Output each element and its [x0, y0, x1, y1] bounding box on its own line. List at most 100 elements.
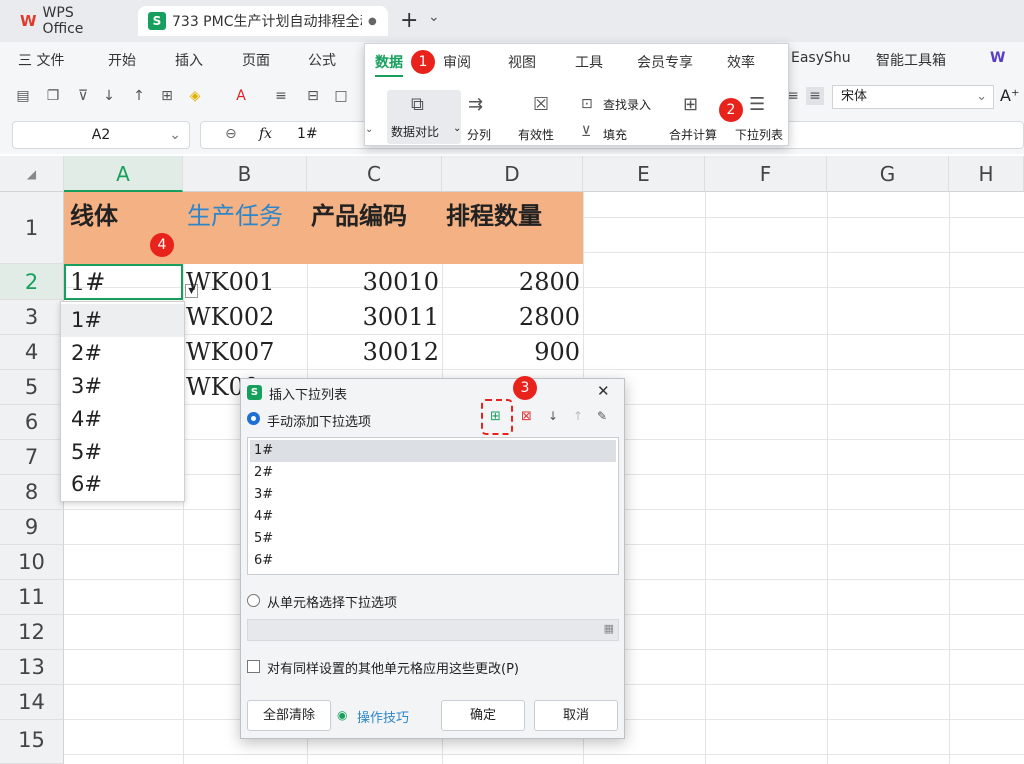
menu-view[interactable]: 视图: [508, 52, 536, 72]
cancel-button[interactable]: 取消: [534, 700, 618, 731]
menu-easyshu[interactable]: EasyShu: [791, 50, 851, 66]
dropdown-option-3[interactable]: 3#: [61, 370, 184, 403]
paste-values-icon[interactable]: ▤: [14, 87, 32, 105]
ok-button[interactable]: 确定: [441, 700, 525, 731]
cell-d2[interactable]: 2800: [442, 264, 580, 300]
option-item[interactable]: 3#: [250, 484, 616, 506]
row-header-12[interactable]: 12: [0, 615, 64, 650]
select-all-corner[interactable]: ◢: [0, 156, 64, 192]
cell-d4[interactable]: 900: [442, 335, 580, 370]
row-header-15[interactable]: 15: [0, 720, 64, 764]
validity-button[interactable]: 有效性: [518, 126, 554, 143]
tab-document[interactable]: S 733 PMC生产计划自动排程全动态 ●: [138, 6, 388, 36]
option-item[interactable]: 1#: [250, 440, 616, 462]
col-header-a[interactable]: A: [64, 156, 183, 192]
option-item[interactable]: 5#: [250, 528, 616, 550]
range-select-icon[interactable]: ▦: [604, 622, 614, 635]
row-header-7[interactable]: 7: [0, 440, 64, 475]
col-header-g[interactable]: G: [827, 156, 949, 192]
sort-desc-icon[interactable]: ↑: [130, 87, 148, 105]
fx-icon[interactable]: fx: [259, 126, 272, 142]
apply-checkbox[interactable]: [247, 660, 260, 673]
col-header-c[interactable]: C: [307, 156, 442, 192]
dropdown-option-4[interactable]: 4#: [61, 403, 184, 436]
row-header-4[interactable]: 4: [0, 335, 64, 370]
cell-b2[interactable]: WK001: [186, 264, 274, 300]
menu-smart-toolbox[interactable]: 智能工具箱: [876, 50, 946, 70]
col-header-f[interactable]: F: [705, 156, 827, 192]
delete-option-icon[interactable]: ⊠: [521, 409, 532, 424]
row-header-2[interactable]: 2: [0, 264, 64, 300]
align-center-icon[interactable]: ≡: [806, 87, 824, 105]
col-header-h[interactable]: H: [949, 156, 1024, 192]
menu-review[interactable]: 审阅: [443, 52, 471, 72]
row-header-13[interactable]: 13: [0, 650, 64, 685]
cell-c1[interactable]: 产品编码: [307, 192, 442, 264]
option-item[interactable]: 2#: [250, 462, 616, 484]
merge-icon[interactable]: ⊟: [304, 87, 322, 105]
col-header-b[interactable]: B: [183, 156, 307, 192]
increase-font-button[interactable]: A⁺: [1000, 86, 1019, 105]
dialog-close-button[interactable]: ✕: [597, 382, 610, 400]
copy-icon[interactable]: ❐: [44, 87, 62, 105]
fill-button[interactable]: 填充: [603, 126, 627, 143]
row-header-8[interactable]: 8: [0, 475, 64, 510]
row-header-6[interactable]: 6: [0, 405, 64, 440]
play-icon[interactable]: ◉: [337, 708, 347, 722]
option-item[interactable]: 6#: [250, 550, 616, 572]
menu-tools[interactable]: 工具: [575, 52, 603, 72]
data-compare-button[interactable]: ⧉ 数据对比 ⌄: [387, 90, 461, 144]
dropdown-list-button[interactable]: 下拉列表: [735, 126, 783, 143]
menu-start[interactable]: 开始: [108, 50, 136, 70]
cell-b4[interactable]: WK007: [186, 335, 274, 370]
menu-file[interactable]: 三 文件: [18, 50, 64, 70]
cell-b3[interactable]: WK002: [186, 300, 274, 335]
menu-more[interactable]: W: [990, 50, 1005, 66]
menu-insert[interactable]: 插入: [175, 50, 203, 70]
wrap-icon[interactable]: ≡: [272, 87, 290, 105]
cell-d3[interactable]: 2800: [442, 300, 580, 335]
format-icon[interactable]: □: [332, 87, 350, 105]
cell-c2[interactable]: 30010: [307, 264, 439, 300]
menu-data[interactable]: 数据: [375, 52, 403, 77]
sort-asc-icon[interactable]: ↓: [100, 87, 118, 105]
name-box[interactable]: A2 ⌄: [12, 121, 190, 149]
dropdown-option-6[interactable]: 6#: [61, 468, 184, 501]
row-header-1[interactable]: 1: [0, 192, 64, 264]
cell-d1[interactable]: 排程数量: [442, 192, 583, 264]
tips-link[interactable]: 操作技巧: [357, 707, 409, 726]
cell-b1[interactable]: 生产任务: [183, 192, 307, 264]
menu-member[interactable]: 会员专享: [637, 52, 693, 72]
row-header-11[interactable]: 11: [0, 580, 64, 615]
cell-c4[interactable]: 30012: [307, 335, 439, 370]
row-header-3[interactable]: 3: [0, 300, 64, 335]
filter-icon[interactable]: ⊽: [74, 87, 92, 105]
tab-wps-office[interactable]: W WPS Office: [10, 5, 128, 37]
row-header-10[interactable]: 10: [0, 545, 64, 580]
dropdown-option-2[interactable]: 2#: [61, 337, 184, 370]
merge-calc-button[interactable]: 合并计算: [669, 126, 717, 143]
manual-radio[interactable]: [247, 412, 260, 425]
cell-a2-selected[interactable]: 1#: [64, 264, 183, 300]
move-down-icon[interactable]: ↓: [548, 409, 558, 423]
font-color-icon[interactable]: A: [232, 87, 250, 105]
menu-efficiency[interactable]: 效率: [727, 52, 755, 72]
cell-c3[interactable]: 30011: [307, 300, 439, 335]
border-icon[interactable]: ⊞: [158, 87, 176, 105]
row-header-14[interactable]: 14: [0, 685, 64, 720]
font-name-select[interactable]: 宋体 ⌄: [832, 85, 994, 109]
cell-range-input[interactable]: ▦: [247, 619, 619, 641]
chevron-down-icon[interactable]: ⌄: [365, 124, 373, 135]
tab-list-chevron-icon[interactable]: ⌄: [428, 9, 440, 25]
row-header-5[interactable]: 5: [0, 370, 64, 405]
move-up-icon[interactable]: ↑: [573, 409, 583, 423]
find-entry-button[interactable]: 查找录入: [603, 96, 651, 113]
dropdown-option-5[interactable]: 5#: [61, 436, 184, 469]
option-item[interactable]: 4#: [250, 506, 616, 528]
menu-formula[interactable]: 公式: [308, 50, 336, 70]
fill-color-icon[interactable]: ◈: [186, 87, 204, 105]
split-button[interactable]: 分列: [467, 126, 491, 143]
zoom-icon[interactable]: ⊖: [225, 126, 237, 142]
menu-page[interactable]: 页面: [242, 50, 270, 70]
add-option-icon[interactable]: ⊞: [490, 409, 501, 424]
